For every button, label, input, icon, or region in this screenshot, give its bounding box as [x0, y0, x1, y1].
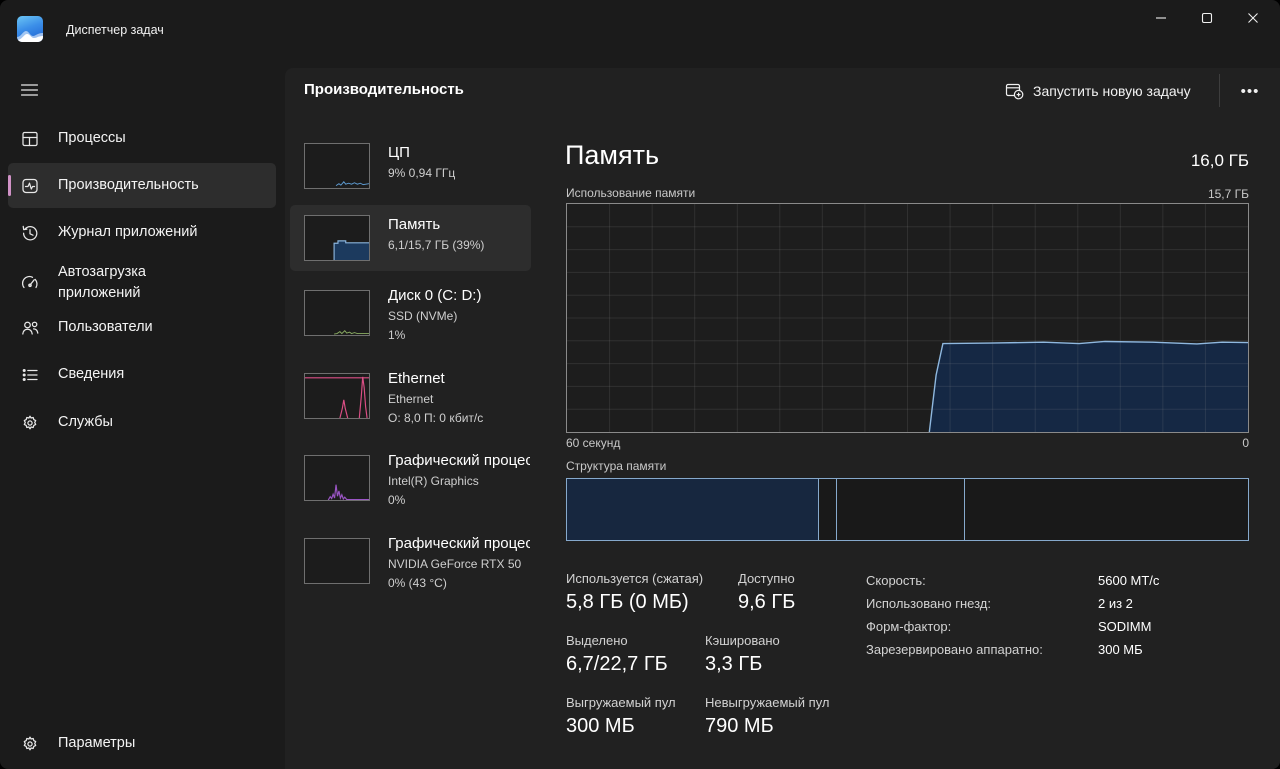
sidebar-item-startup-apps[interactable]: Автозагрузка приложений: [8, 254, 276, 312]
run-new-task-button[interactable]: Запустить новую задачу: [1005, 77, 1191, 105]
sidebar-item-label: Пользователи: [58, 317, 153, 338]
memory-capacity: 16,0 ГБ: [1191, 151, 1249, 171]
window-title: Диспетчер задач: [66, 23, 164, 37]
spec-value: 300 МБ: [1098, 642, 1143, 657]
page-title: Производительность: [304, 81, 464, 98]
sidebar-item-label: Сведения: [58, 364, 124, 385]
gpu-intel-sparkline: [304, 455, 370, 501]
stat-label: Кэшировано: [705, 633, 780, 648]
users-icon: [18, 318, 42, 338]
spec-value: SODIMM: [1098, 619, 1151, 634]
perf-item-subtitle: 6,1/15,7 ГБ (39%): [388, 236, 530, 255]
sidebar-item-settings[interactable]: Параметры: [8, 721, 276, 766]
ethernet-sparkline: [304, 373, 370, 419]
perf-item-title: Диск 0 (C: D:): [388, 285, 530, 307]
minimize-button[interactable]: [1138, 0, 1184, 36]
stat-label: Доступно: [738, 571, 795, 586]
perf-item-cpu[interactable]: ЦП 9% 0,94 ГГц: [290, 135, 531, 198]
menu-toggle-button[interactable]: [10, 72, 48, 108]
sidebar-item-users[interactable]: Пользователи: [8, 305, 276, 350]
perf-item-disk0[interactable]: Диск 0 (C: D:) SSD (NVMe) 1%: [290, 280, 531, 346]
perf-item-subtitle: Intel(R) Graphics: [388, 472, 530, 491]
memory-usage-chart: [566, 203, 1249, 433]
task-manager-app-icon: [17, 16, 43, 42]
perf-item-subtitle2: О: 8,0 П: 0 кбит/с: [388, 409, 530, 428]
performance-pulse-icon: [18, 176, 42, 196]
stat-label: Невыгружаемый пул: [705, 695, 830, 710]
sidebar-item-processes[interactable]: Процессы: [8, 116, 276, 161]
selection-accent-pill: [8, 175, 11, 196]
perf-item-title: Графический процессор: [388, 533, 530, 555]
perf-item-subtitle2: 1%: [388, 326, 530, 345]
perf-item-title: Графический процессор: [388, 450, 530, 472]
memory-composition-segment-standby[interactable]: [837, 479, 965, 540]
stat-label: Выгружаемый пул: [566, 695, 676, 710]
startup-gauge-icon: [18, 273, 42, 293]
perf-item-subtitle: 9% 0,94 ГГц: [388, 164, 530, 183]
sidebar-item-label: Производительность: [58, 175, 199, 196]
perf-item-title: ЦП: [388, 142, 530, 164]
stat-value: 6,7/22,7 ГБ: [566, 653, 668, 676]
perf-item-subtitle: NVIDIA GeForce RTX 50: [388, 555, 530, 574]
maximize-button[interactable]: [1184, 0, 1230, 36]
detail-title: Память: [565, 140, 659, 171]
sidebar-item-label: Журнал приложений: [58, 222, 197, 243]
processes-grid-icon: [18, 129, 42, 149]
sidebar-item-label: Процессы: [58, 128, 126, 149]
more-options-button[interactable]: •••: [1231, 77, 1269, 105]
perf-item-gpu-intel[interactable]: Графический процессор Intel(R) Graphics …: [290, 444, 531, 510]
usage-chart-max: 15,7 ГБ: [1208, 187, 1249, 201]
perf-item-gpu-nvidia[interactable]: Графический процессор NVIDIA GeForce RTX…: [290, 527, 531, 593]
spec-value: 2 из 2: [1098, 596, 1133, 611]
perf-item-memory[interactable]: Память 6,1/15,7 ГБ (39%): [290, 205, 531, 271]
spec-label: Скорость:: [866, 573, 926, 588]
spec-label: Использовано гнезд:: [866, 596, 991, 611]
sidebar-item-details[interactable]: Сведения: [8, 352, 276, 397]
spec-label: Зарезервировано аппаратно:: [866, 642, 1043, 657]
perf-item-subtitle2: 0% (43 °C): [388, 574, 530, 593]
stat-label: Выделено: [566, 633, 628, 648]
services-cog-icon: [18, 413, 42, 433]
details-list-icon: [18, 365, 42, 385]
sidebar-item-app-history[interactable]: Журнал приложений: [8, 210, 276, 255]
stat-value: 790 МБ: [705, 715, 774, 738]
sidebar-item-label: Параметры: [58, 733, 135, 754]
new-task-icon: [1005, 82, 1024, 100]
app-history-icon: [18, 223, 42, 243]
perf-item-subtitle: SSD (NVMe): [388, 307, 530, 326]
disk-sparkline: [304, 290, 370, 336]
usage-chart-label: Использование памяти: [566, 186, 695, 200]
memory-composition-segment-in-use[interactable]: [567, 479, 819, 540]
perf-item-title: Ethernet: [388, 368, 530, 390]
memory-composition-segment-free[interactable]: [965, 479, 1248, 540]
cpu-sparkline: [304, 143, 370, 189]
memory-sparkline: [304, 215, 370, 261]
sidebar-item-label: Службы: [58, 412, 113, 433]
sidebar-item-label: Автозагрузка приложений: [58, 262, 188, 304]
stat-label: Используется (сжатая): [566, 571, 703, 586]
time-axis-label: 60 секунд: [566, 436, 620, 450]
stat-value: 5,8 ГБ (0 МБ): [566, 591, 689, 614]
gpu-nvidia-sparkline: [304, 538, 370, 584]
sidebar-item-services[interactable]: Службы: [8, 400, 276, 445]
memory-composition-bar[interactable]: [566, 478, 1249, 541]
stat-value: 3,3 ГБ: [705, 653, 762, 676]
perf-item-subtitle2: 0%: [388, 491, 530, 510]
stat-value: 300 МБ: [566, 715, 635, 738]
perf-item-title: Память: [388, 214, 530, 236]
perf-item-subtitle: Ethernet: [388, 390, 530, 409]
perf-item-ethernet[interactable]: Ethernet Ethernet О: 8,0 П: 0 кбит/с: [290, 362, 531, 428]
settings-gear-icon: [18, 734, 42, 754]
run-new-task-label: Запустить новую задачу: [1033, 83, 1191, 99]
header-divider: [1219, 74, 1220, 107]
sidebar-item-performance[interactable]: Производительность: [8, 163, 276, 208]
stat-value: 9,6 ГБ: [738, 591, 795, 614]
composition-label: Структура памяти: [566, 459, 666, 473]
close-button[interactable]: [1230, 0, 1276, 36]
spec-label: Форм-фактор:: [866, 619, 951, 634]
memory-composition-segment-modified[interactable]: [819, 479, 837, 540]
spec-value: 5600 МТ/с: [1098, 573, 1159, 588]
task-manager-window: Диспетчер задач Процессы Производительно…: [0, 0, 1280, 769]
time-axis-end: 0: [1242, 436, 1249, 450]
